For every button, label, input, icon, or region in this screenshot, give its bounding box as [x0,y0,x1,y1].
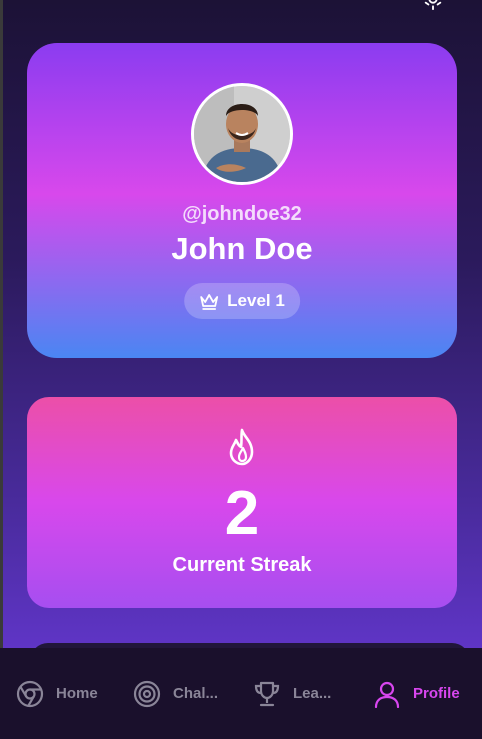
profile-screen: @johndoe32 John Doe Level 1 2 Current St… [0,0,482,739]
chrome-icon [16,680,44,707]
bottom-navigation: Home Chal... Lea... Profile [0,648,482,739]
crown-icon [200,294,219,310]
display-name: John Doe [171,231,313,266]
nav-item-home[interactable]: Home [16,648,98,739]
nav-item-challenges[interactable]: Chal... [133,648,218,739]
level-label: Level 1 [227,291,285,310]
profile-card: @johndoe32 John Doe Level 1 [27,43,457,358]
settings-gear-icon[interactable] [422,0,444,10]
nav-label-challenges: Chal... [173,685,219,702]
nav-label-home: Home [56,685,98,702]
username: @johndoe32 [182,203,302,225]
nav-label-leaderboard: Lea... [293,685,332,702]
avatar[interactable] [191,83,293,185]
nav-item-profile[interactable]: Profile [373,648,460,739]
nav-label-profile: Profile [413,685,460,702]
streak-label: Current Streak [172,554,312,576]
trophy-icon [254,681,280,706]
flame-icon [229,428,254,466]
level-badge: Level 1 [184,283,300,319]
window-edge [0,0,3,648]
avatar-photo [194,86,290,182]
nav-item-leaderboard[interactable]: Lea... [253,648,331,739]
target-icon [133,680,161,707]
streak-card: 2 Current Streak [27,397,457,608]
user-icon [374,681,400,708]
streak-count: 2 [224,479,260,548]
